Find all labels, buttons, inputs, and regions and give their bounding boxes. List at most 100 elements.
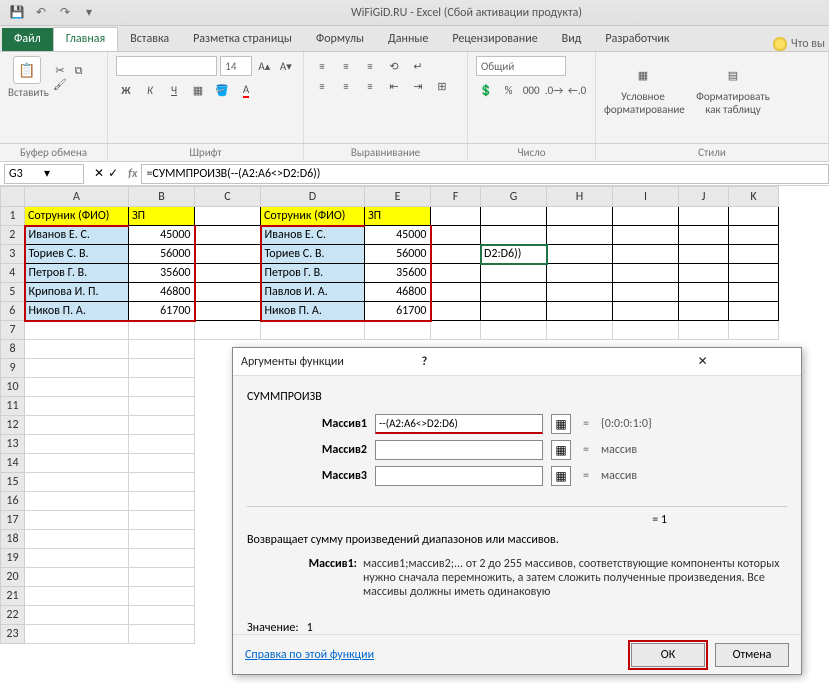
- cell[interactable]: [679, 207, 729, 226]
- tab-formulas[interactable]: Формулы: [304, 28, 376, 51]
- cell[interactable]: [129, 625, 195, 644]
- borders-icon[interactable]: ▦: [188, 80, 208, 100]
- cell[interactable]: [431, 245, 481, 264]
- align-middle-icon[interactable]: ≡: [336, 56, 356, 76]
- row-header[interactable]: 1: [1, 207, 25, 226]
- col-header[interactable]: C: [195, 187, 261, 207]
- cell[interactable]: [729, 264, 779, 283]
- cell[interactable]: [431, 283, 481, 302]
- row-header[interactable]: 13: [1, 435, 25, 454]
- cell[interactable]: [613, 302, 679, 321]
- cell[interactable]: [129, 549, 195, 568]
- tab-home[interactable]: Главная: [53, 27, 118, 51]
- indent-inc-icon[interactable]: ⇥: [408, 76, 428, 96]
- cell[interactable]: [547, 264, 613, 283]
- help-link[interactable]: Справка по этой функции: [245, 648, 374, 662]
- row-header[interactable]: 8: [1, 340, 25, 359]
- cancel-button[interactable]: Отмена: [715, 643, 789, 667]
- cell[interactable]: Сотруник (ФИО): [25, 207, 129, 226]
- bold-icon[interactable]: Ж: [116, 80, 136, 100]
- range-select-icon[interactable]: ▦: [551, 440, 571, 460]
- active-cell[interactable]: D2:D6)): [481, 245, 547, 264]
- cell[interactable]: Павлов И. А.: [261, 283, 365, 302]
- cell[interactable]: [679, 226, 729, 245]
- cell[interactable]: Иванов Е. С.: [25, 226, 129, 245]
- cell[interactable]: [195, 226, 261, 245]
- cell[interactable]: 61700: [365, 302, 431, 321]
- cell[interactable]: [613, 207, 679, 226]
- paste-button[interactable]: 📋 Вставить: [8, 56, 46, 99]
- align-left-icon[interactable]: ≡: [312, 76, 332, 96]
- cell[interactable]: [25, 587, 129, 606]
- row-header[interactable]: 19: [1, 549, 25, 568]
- ok-button[interactable]: ОК: [631, 643, 705, 667]
- wrap-text-icon[interactable]: ↵: [408, 56, 428, 76]
- cell[interactable]: [25, 568, 129, 587]
- dec-dec-icon[interactable]: ←.0: [567, 80, 587, 100]
- cell[interactable]: [729, 321, 779, 340]
- cell[interactable]: 46800: [365, 283, 431, 302]
- comma-icon[interactable]: 000: [521, 80, 541, 100]
- tab-review[interactable]: Рецензирование: [440, 28, 549, 51]
- qat-more-icon[interactable]: ▾: [80, 4, 98, 22]
- cell[interactable]: [261, 321, 365, 340]
- cell[interactable]: [431, 226, 481, 245]
- merge-icon[interactable]: ⊞: [432, 76, 452, 96]
- cell[interactable]: [547, 321, 613, 340]
- cell[interactable]: [481, 226, 547, 245]
- col-header[interactable]: I: [613, 187, 679, 207]
- cell[interactable]: [25, 435, 129, 454]
- cell[interactable]: [431, 264, 481, 283]
- row-header[interactable]: 17: [1, 511, 25, 530]
- cell[interactable]: [129, 321, 195, 340]
- fill-color-icon[interactable]: 🪣: [212, 80, 232, 100]
- cell[interactable]: [481, 207, 547, 226]
- cell[interactable]: [613, 283, 679, 302]
- cell[interactable]: [25, 416, 129, 435]
- cell[interactable]: [613, 245, 679, 264]
- tab-view[interactable]: Вид: [550, 28, 594, 51]
- cell[interactable]: [25, 321, 129, 340]
- row-header[interactable]: 4: [1, 264, 25, 283]
- percent-icon[interactable]: %: [499, 80, 519, 100]
- cell[interactable]: [431, 207, 481, 226]
- cell[interactable]: [547, 207, 613, 226]
- row-header[interactable]: 16: [1, 492, 25, 511]
- cell[interactable]: [547, 226, 613, 245]
- cell[interactable]: [729, 245, 779, 264]
- cell[interactable]: [129, 454, 195, 473]
- format-painter-icon[interactable]: 🖌: [52, 78, 68, 92]
- dec-inc-icon[interactable]: .0→: [544, 80, 564, 100]
- cell[interactable]: [547, 245, 613, 264]
- cell[interactable]: ЗП: [129, 207, 195, 226]
- cell[interactable]: Ников П. А.: [25, 302, 129, 321]
- cell[interactable]: [431, 321, 481, 340]
- row-header[interactable]: 14: [1, 454, 25, 473]
- col-header[interactable]: G: [481, 187, 547, 207]
- decrease-font-icon[interactable]: A▾: [277, 56, 295, 76]
- cell[interactable]: [25, 511, 129, 530]
- cell[interactable]: [729, 207, 779, 226]
- cell[interactable]: [25, 378, 129, 397]
- row-header[interactable]: 3: [1, 245, 25, 264]
- cell[interactable]: [481, 283, 547, 302]
- row-header[interactable]: 18: [1, 530, 25, 549]
- cell[interactable]: [129, 435, 195, 454]
- select-all-corner[interactable]: [1, 187, 25, 207]
- name-box[interactable]: G3▾: [4, 164, 84, 184]
- align-right-icon[interactable]: ≡: [360, 76, 380, 96]
- row-header[interactable]: 6: [1, 302, 25, 321]
- cell[interactable]: [679, 245, 729, 264]
- cell[interactable]: [129, 568, 195, 587]
- cell[interactable]: [129, 397, 195, 416]
- tab-data[interactable]: Данные: [376, 28, 440, 51]
- row-header[interactable]: 10: [1, 378, 25, 397]
- close-icon[interactable]: ✕: [612, 354, 793, 369]
- cell[interactable]: Петров Г. В.: [25, 264, 129, 283]
- cut-icon[interactable]: ✂: [52, 63, 68, 77]
- tab-insert[interactable]: Вставка: [118, 28, 181, 51]
- cell[interactable]: [679, 302, 729, 321]
- cell[interactable]: [129, 530, 195, 549]
- cell[interactable]: [365, 321, 431, 340]
- cell[interactable]: 61700: [129, 302, 195, 321]
